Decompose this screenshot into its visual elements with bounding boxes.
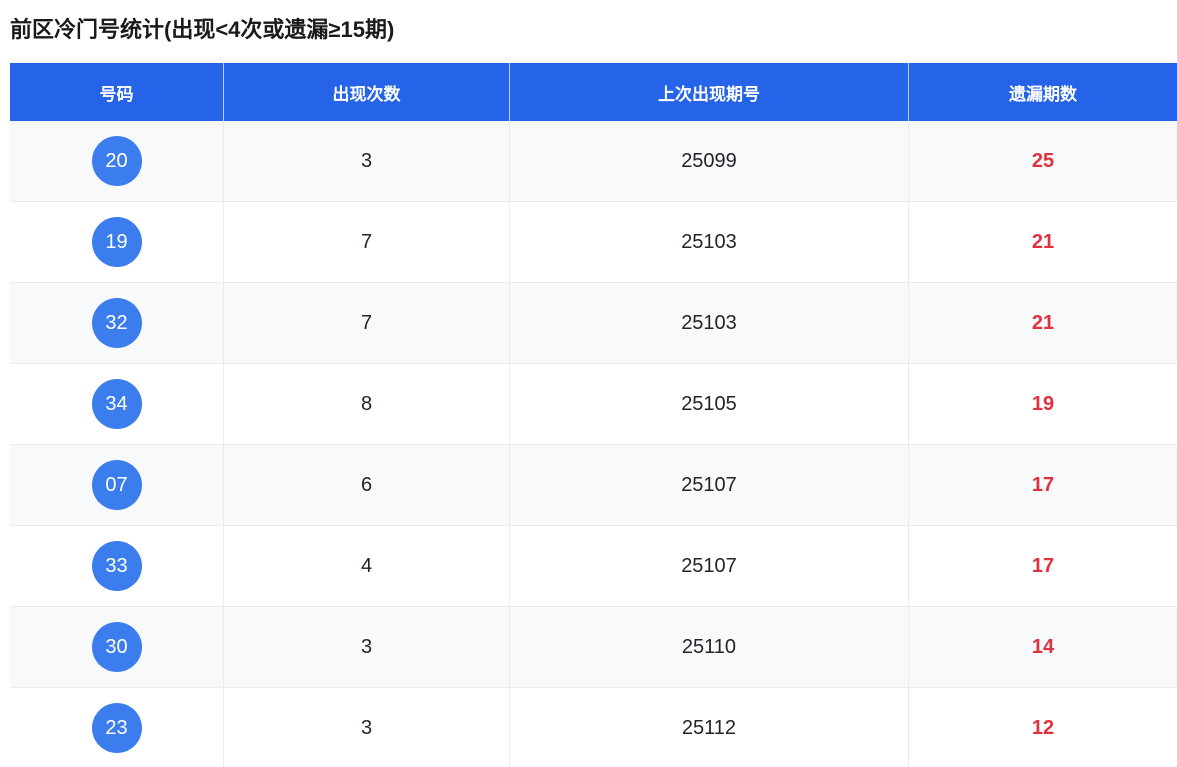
number-badge: 20 bbox=[91, 136, 142, 186]
column-header-count: 出现次数 bbox=[224, 63, 510, 121]
count-cell: 4 bbox=[224, 526, 510, 607]
count-cell: 6 bbox=[224, 445, 510, 526]
page-title: 前区冷门号统计(出现<4次或遗漏≥15期) bbox=[10, 17, 395, 42]
column-header-last-period: 上次出现期号 bbox=[510, 63, 909, 121]
missing-cell: 21 bbox=[909, 283, 1177, 364]
number-badge: 19 bbox=[91, 217, 142, 267]
column-header-missing: 遗漏期数 bbox=[909, 63, 1177, 121]
last-period-cell: 25103 bbox=[510, 283, 909, 364]
count-cell: 7 bbox=[224, 283, 510, 364]
missing-cell: 19 bbox=[909, 364, 1177, 445]
number-cell: 34 bbox=[10, 364, 224, 445]
count-cell: 7 bbox=[224, 202, 510, 283]
number-cell: 23 bbox=[10, 688, 224, 767]
missing-cell: 17 bbox=[909, 526, 1177, 607]
last-period-cell: 25112 bbox=[510, 688, 909, 767]
missing-cell: 14 bbox=[909, 607, 1177, 688]
count-cell: 3 bbox=[224, 688, 510, 767]
number-cell: 32 bbox=[10, 283, 224, 364]
number-cell: 33 bbox=[10, 526, 224, 607]
number-cell: 07 bbox=[10, 445, 224, 526]
missing-cell: 17 bbox=[909, 445, 1177, 526]
count-cell: 3 bbox=[224, 607, 510, 688]
number-badge: 07 bbox=[91, 460, 142, 510]
number-badge: 30 bbox=[91, 622, 142, 672]
last-period-cell: 25107 bbox=[510, 445, 909, 526]
column-header-number: 号码 bbox=[10, 63, 224, 121]
number-badge: 33 bbox=[91, 541, 142, 591]
number-badge: 34 bbox=[91, 379, 142, 429]
number-badge: 32 bbox=[91, 298, 142, 348]
last-period-cell: 25105 bbox=[510, 364, 909, 445]
cold-numbers-table: 号码 出现次数 上次出现期号 遗漏期数 20 3 25099 25 19 7 2… bbox=[10, 63, 1177, 767]
number-cell: 19 bbox=[10, 202, 224, 283]
number-badge: 23 bbox=[91, 703, 142, 753]
count-cell: 8 bbox=[224, 364, 510, 445]
last-period-cell: 25110 bbox=[510, 607, 909, 688]
last-period-cell: 25103 bbox=[510, 202, 909, 283]
missing-cell: 25 bbox=[909, 121, 1177, 202]
count-cell: 3 bbox=[224, 121, 510, 202]
number-cell: 20 bbox=[10, 121, 224, 202]
last-period-cell: 25099 bbox=[510, 121, 909, 202]
missing-cell: 21 bbox=[909, 202, 1177, 283]
number-cell: 30 bbox=[10, 607, 224, 688]
last-period-cell: 25107 bbox=[510, 526, 909, 607]
page: 前区冷门号统计(出现<4次或遗漏≥15期) 号码 出现次数 上次出现期号 遗漏期… bbox=[0, 0, 1177, 767]
missing-cell: 12 bbox=[909, 688, 1177, 767]
